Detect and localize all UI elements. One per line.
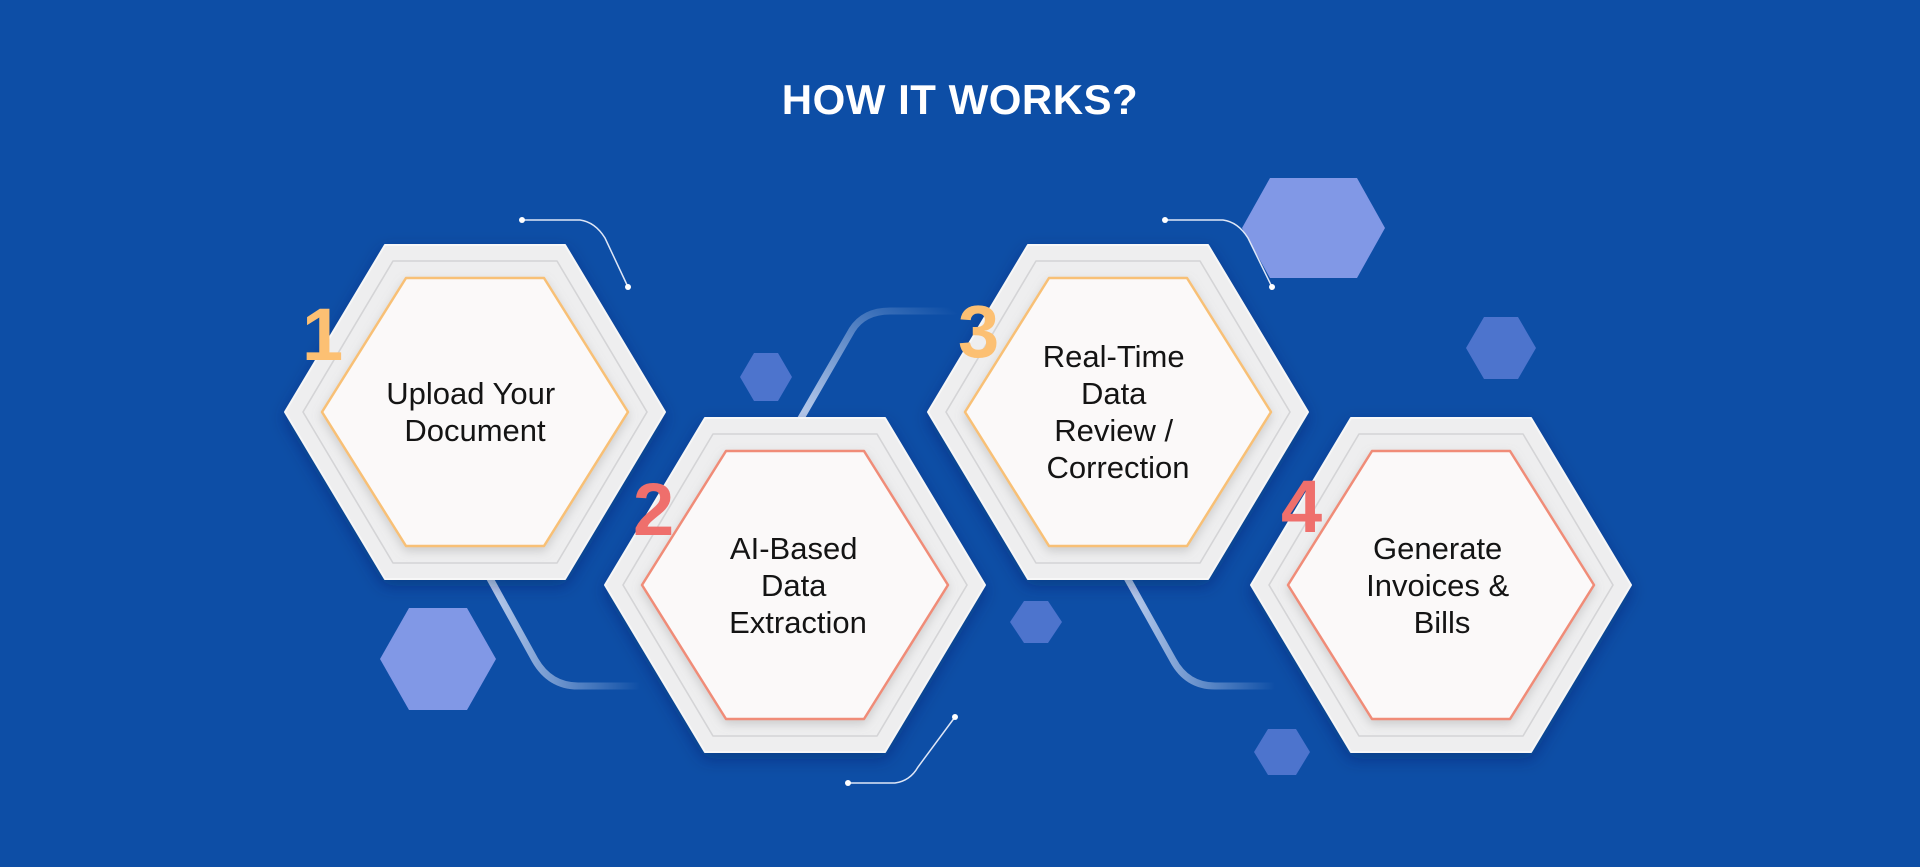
step-label-line: Real-Time [1043,339,1185,374]
accent-dot [845,780,851,786]
decor-hexagon [1466,317,1536,379]
accent-dot [519,217,525,223]
step-label-line: Data [761,568,827,603]
accent-dot [1162,217,1168,223]
connector-line [1122,572,1279,690]
step-label-line: Data [1081,376,1147,411]
step-label-line: Upload Your [386,376,555,411]
decor-hexagon [740,353,792,401]
step-4: 4 Generate Invoices & Bills [1250,417,1632,753]
accent-dot [625,284,631,290]
step-number: 3 [958,290,999,373]
step-number: 2 [633,468,674,551]
process-diagram: 1 Upload Your Document 2 AI-Based Data E… [284,178,1632,786]
accent-dot [1269,284,1275,290]
step-label-line: Correction [1047,450,1190,485]
step-label-line: Bills [1414,605,1471,640]
step-label-line: Invoices & [1366,568,1509,603]
step-3: 3 Real-Time Data Review / Correction [927,244,1309,580]
step-number: 4 [1281,465,1322,548]
step-label-line: Generate [1373,531,1502,566]
diagram-canvas: HOW IT WORKS? 1 Upload Your Document 2 A… [0,0,1920,867]
step-number: 1 [302,293,343,376]
decor-hexagon [1254,729,1310,775]
step-label-line: Extraction [729,605,867,640]
step-2: 2 AI-Based Data Extraction [604,417,986,753]
step-label-line: Document [404,413,546,448]
step-1: 1 Upload Your Document [284,244,666,580]
decor-hexagon [380,608,496,710]
decor-hexagon [1010,601,1062,643]
step-label-line: Review / [1054,413,1173,448]
step-label-line: AI-Based [730,531,858,566]
accent-dot [952,714,958,720]
decor-hexagon [1242,178,1385,278]
connector-line [796,307,959,424]
